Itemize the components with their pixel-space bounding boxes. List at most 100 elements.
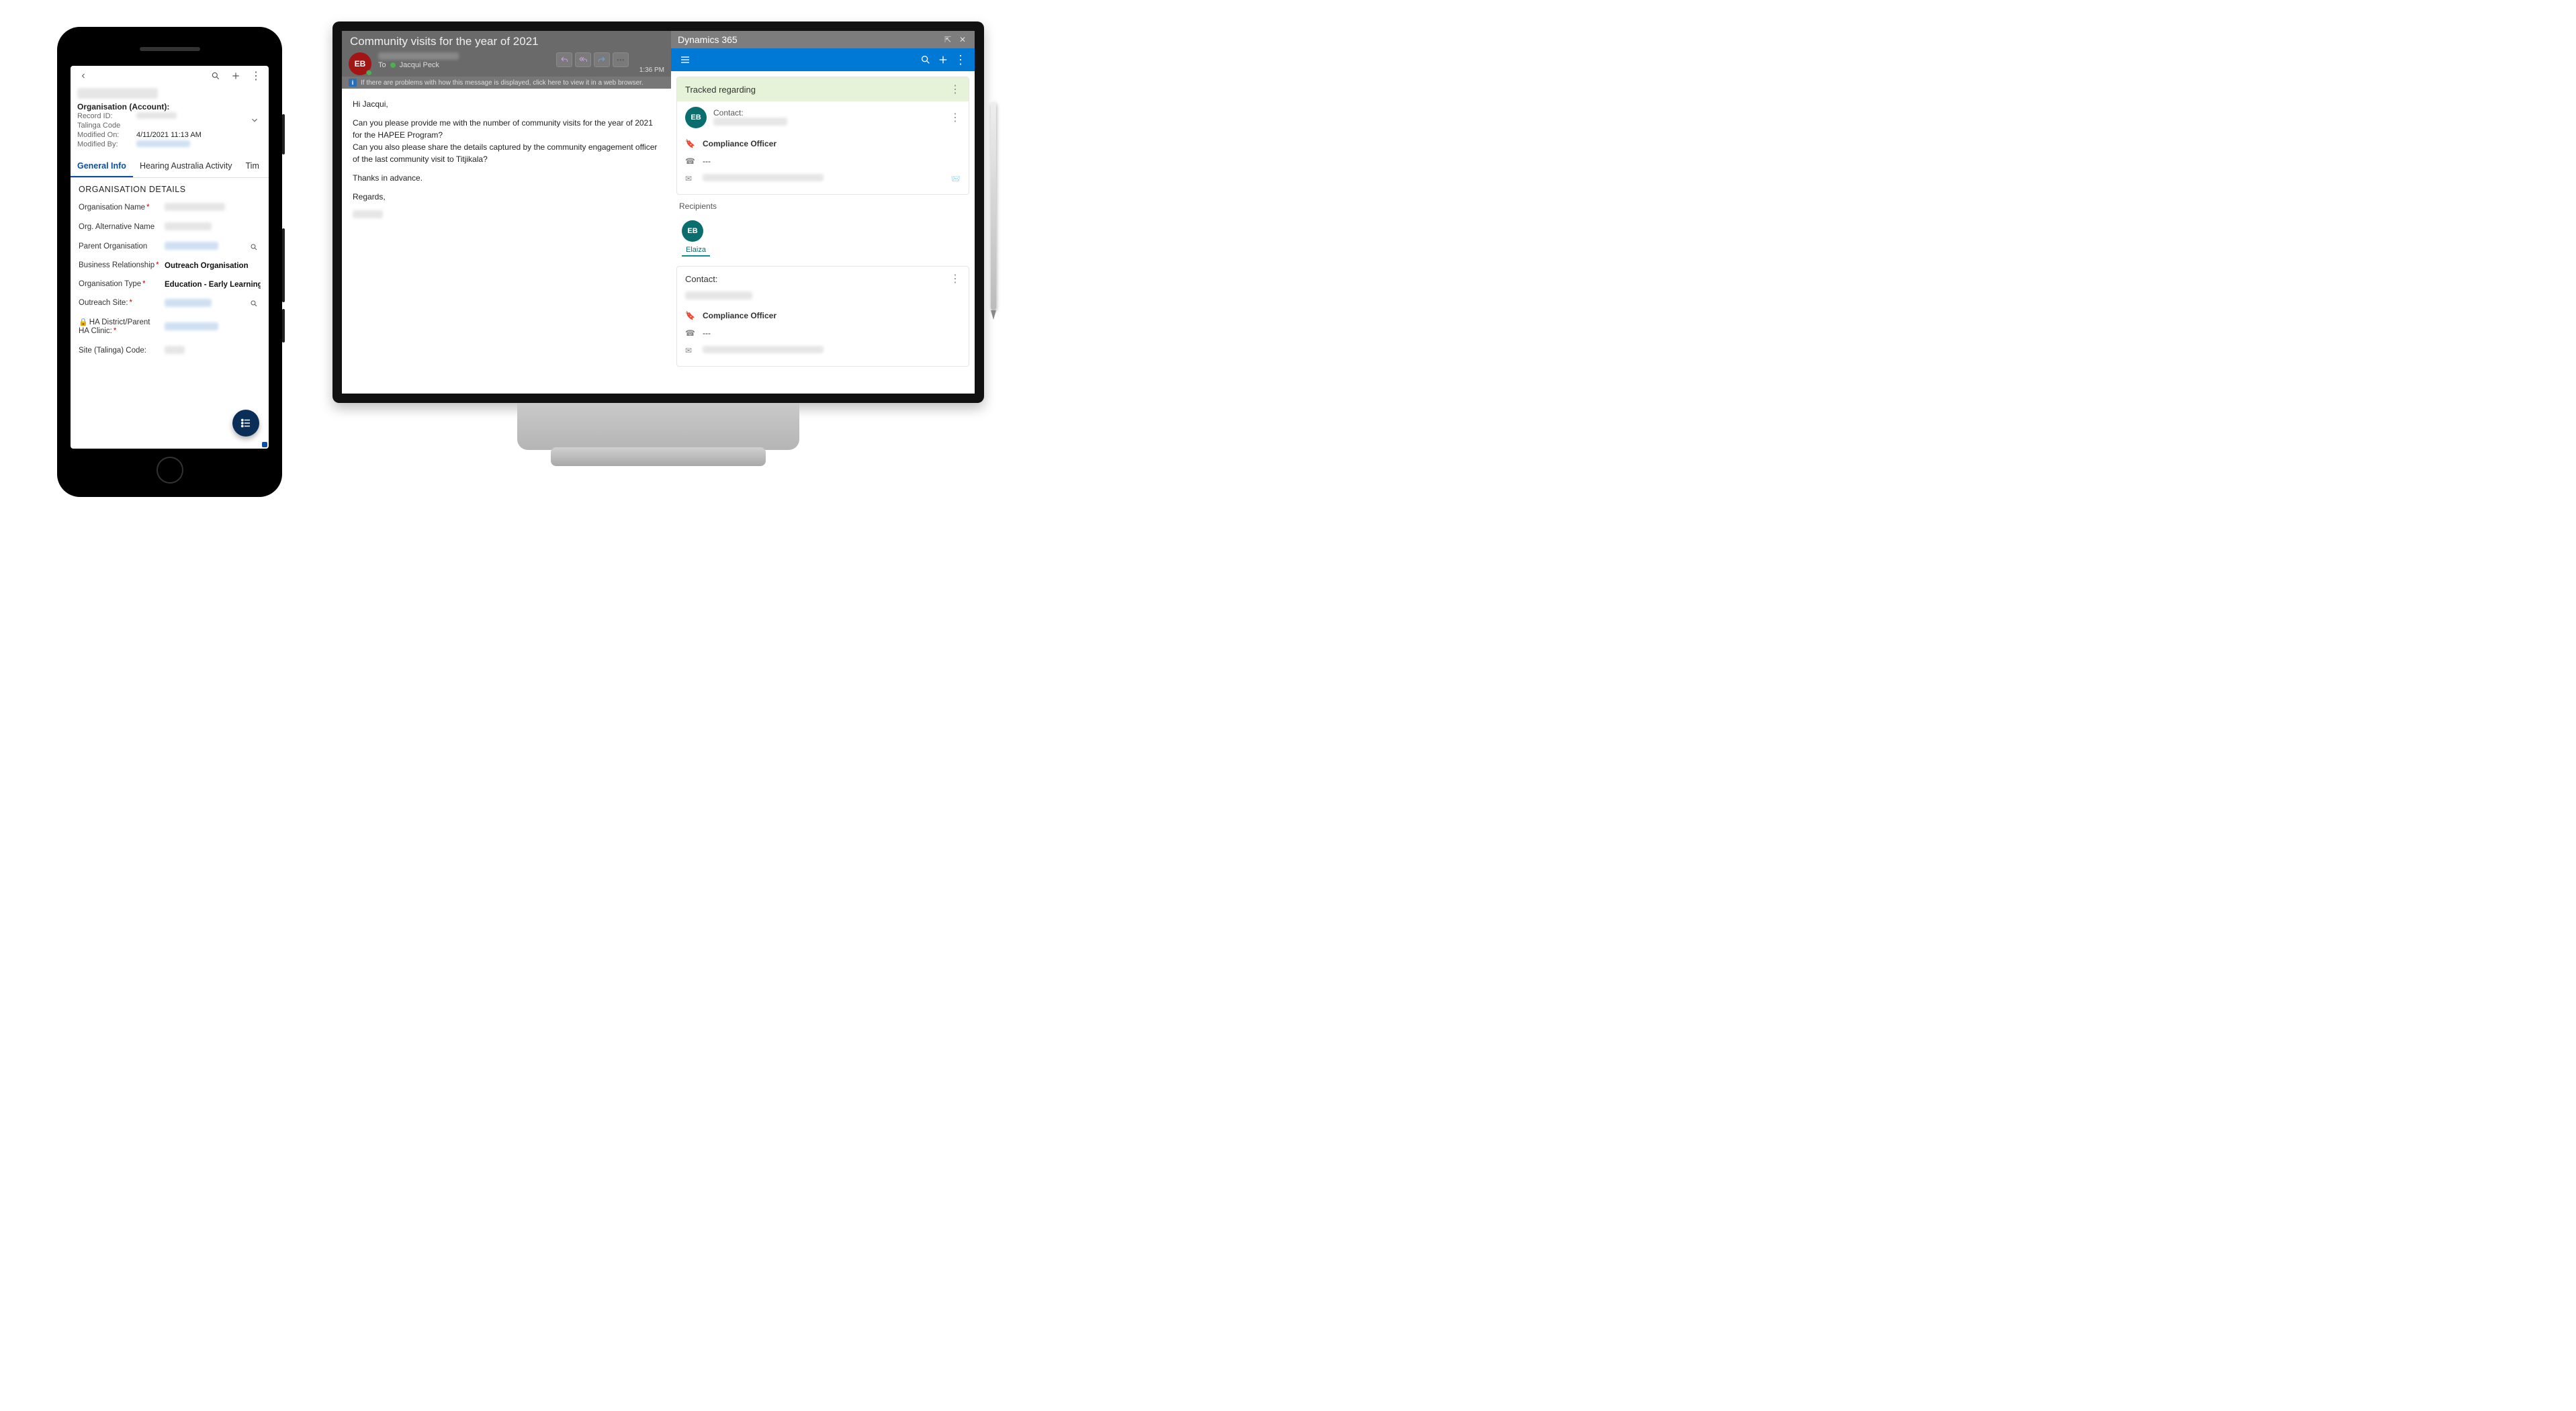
- ha-clinic-value: [165, 322, 218, 330]
- card-more-icon[interactable]: ⋮: [950, 272, 961, 285]
- email-subject: Community visits for the year of 2021: [342, 31, 671, 50]
- field-parent-org[interactable]: Parent Organisation: [79, 237, 261, 257]
- tracked-contact-row[interactable]: EB Contact: ⋮: [677, 101, 969, 134]
- phone-side-button: [282, 309, 285, 343]
- card-more-icon[interactable]: ⋮: [950, 83, 961, 96]
- corner-badge-icon: [262, 442, 267, 447]
- sender-name: [378, 52, 459, 60]
- record-metadata[interactable]: Record ID: Talinga Code Modified On:4/11…: [71, 111, 269, 149]
- monitor-stand-base: [551, 447, 766, 466]
- to-recipient[interactable]: Jacqui Peck: [400, 61, 439, 69]
- tag-icon: 🔖: [685, 139, 696, 148]
- contact-email-row[interactable]: ✉ 📨: [685, 170, 961, 187]
- lookup-icon[interactable]: [250, 243, 261, 251]
- field-org-name[interactable]: Organisation Name*: [79, 198, 261, 218]
- info-icon: i: [349, 79, 357, 87]
- close-icon[interactable]: ✕: [957, 35, 968, 44]
- modified-on-value: 4/11/2021 11:13 AM: [136, 131, 202, 139]
- tab-general-info[interactable]: General Info: [71, 156, 133, 177]
- tracked-regarding-heading: Tracked regarding: [685, 85, 756, 95]
- back-icon[interactable]: [77, 70, 89, 82]
- phone-home-button: [157, 457, 183, 484]
- email-infobar[interactable]: i If there are problems with how this me…: [342, 77, 671, 89]
- email-signature: [353, 210, 383, 218]
- contact-label: Contact:: [685, 274, 717, 284]
- presence-dot-icon: [366, 70, 372, 76]
- lookup-icon[interactable]: [250, 300, 261, 308]
- talinga-code-label: Talinga Code: [77, 122, 132, 130]
- field-ha-clinic[interactable]: 🔒HA District/Parent HA Clinic:*: [79, 314, 261, 342]
- contact-name: [685, 291, 752, 300]
- search-icon[interactable]: [917, 51, 934, 69]
- fab-menu-button[interactable]: [232, 410, 259, 437]
- recipient-tab[interactable]: Elaiza: [682, 246, 710, 257]
- phone-side-button: [282, 114, 285, 154]
- contact-role-row: 🔖Compliance Officer: [685, 135, 961, 152]
- field-outreach-site[interactable]: Outreach Site:*: [79, 294, 261, 314]
- monitor-device: Community visits for the year of 2021 EB…: [332, 21, 984, 466]
- search-icon[interactable]: [210, 70, 222, 82]
- add-icon[interactable]: [934, 51, 952, 69]
- parent-org-value: [165, 242, 218, 250]
- email-time: 1:36 PM: [639, 66, 664, 75]
- site-code-value: [165, 346, 185, 354]
- phone-row-icon: ☎: [685, 328, 696, 338]
- sender-avatar[interactable]: EB: [349, 52, 371, 75]
- organisation-type-value: Education - Early Learning: [165, 281, 261, 289]
- email-greeting: Hi Jacqui,: [353, 98, 660, 110]
- email-body: Hi Jacqui, Can you please provide me wit…: [342, 89, 671, 394]
- email-header-bar: EB To Jacqui Peck ⋯: [342, 50, 671, 77]
- more-actions-button[interactable]: ⋯: [613, 52, 629, 67]
- email-to-line: To Jacqui Peck: [378, 61, 459, 69]
- d365-body: Tracked regarding ⋮ EB Contact: ⋮: [671, 71, 975, 394]
- tab-timeline[interactable]: Tim: [239, 156, 266, 177]
- add-icon[interactable]: [230, 70, 242, 82]
- mail-icon: ✉: [685, 346, 696, 355]
- forward-button[interactable]: [594, 52, 610, 67]
- send-mail-icon[interactable]: 📨: [950, 174, 961, 183]
- record-id-value: [136, 112, 177, 119]
- phone-speaker: [140, 47, 200, 51]
- recipient-contact-card: Contact: ⋮ 🔖Compliance Officer ☎--- ✉: [676, 266, 969, 367]
- contact-name: [713, 118, 787, 126]
- email-para-1: Can you please provide me with the numbe…: [353, 118, 653, 140]
- field-alt-name[interactable]: Org. Alternative Name: [79, 218, 261, 237]
- phone-device-frame: ⋮ Organisation (Account): Record ID: Tal…: [57, 27, 282, 497]
- contact-role-row: 🔖Compliance Officer: [685, 307, 961, 324]
- phone-inner: ⋮ Organisation (Account): Record ID: Tal…: [62, 32, 277, 492]
- recipients-heading: Recipients: [676, 201, 969, 211]
- field-business-relationship[interactable]: Business Relationship* Outreach Organisa…: [79, 257, 261, 275]
- phone-screen: ⋮ Organisation (Account): Record ID: Tal…: [71, 66, 269, 449]
- monitor-stand-neck: [517, 403, 799, 450]
- contact-more-icon[interactable]: ⋮: [950, 111, 961, 124]
- phone-side-button: [282, 228, 285, 302]
- monitor-screen: Community visits for the year of 2021 EB…: [342, 31, 975, 394]
- recipient-avatar[interactable]: EB: [682, 220, 703, 242]
- contact-email-row[interactable]: ✉: [685, 342, 961, 359]
- app-title: Dynamics 365: [678, 34, 738, 45]
- alt-name-value: [165, 222, 212, 230]
- reply-button[interactable]: [556, 52, 572, 67]
- business-relationship-value: Outreach Organisation: [165, 262, 261, 270]
- field-site-code[interactable]: Site (Talinga) Code:: [79, 341, 261, 361]
- record-id-label: Record ID:: [77, 112, 132, 120]
- outlook-pane: Community visits for the year of 2021 EB…: [342, 31, 671, 394]
- dynamics-365-pane: Dynamics 365 ⇱ ✕ ⋮ Tracked regarding: [671, 31, 975, 394]
- contact-avatar: EB: [685, 107, 707, 128]
- tab-hearing-activity[interactable]: Hearing Australia Activity: [133, 156, 239, 177]
- menu-icon[interactable]: [676, 51, 694, 69]
- tag-icon: 🔖: [685, 311, 696, 320]
- pop-out-icon[interactable]: ⇱: [942, 35, 953, 44]
- email-regards: Regards,: [353, 191, 660, 203]
- chevron-down-icon[interactable]: [250, 116, 259, 125]
- more-icon[interactable]: ⋮: [250, 70, 262, 82]
- reply-all-button[interactable]: [575, 52, 591, 67]
- mail-icon: ✉: [685, 174, 696, 183]
- field-organisation-type[interactable]: Organisation Type* Education - Early Lea…: [79, 275, 261, 294]
- tracked-regarding-card: Tracked regarding ⋮ EB Contact: ⋮: [676, 77, 969, 195]
- more-icon[interactable]: ⋮: [952, 51, 969, 69]
- organisation-details-section: ORGANISATION DETAILS Organisation Name* …: [71, 178, 269, 361]
- section-title: ORGANISATION DETAILS: [79, 185, 261, 194]
- outreach-site-value: [165, 299, 212, 307]
- email-thanks: Thanks in advance.: [353, 172, 660, 184]
